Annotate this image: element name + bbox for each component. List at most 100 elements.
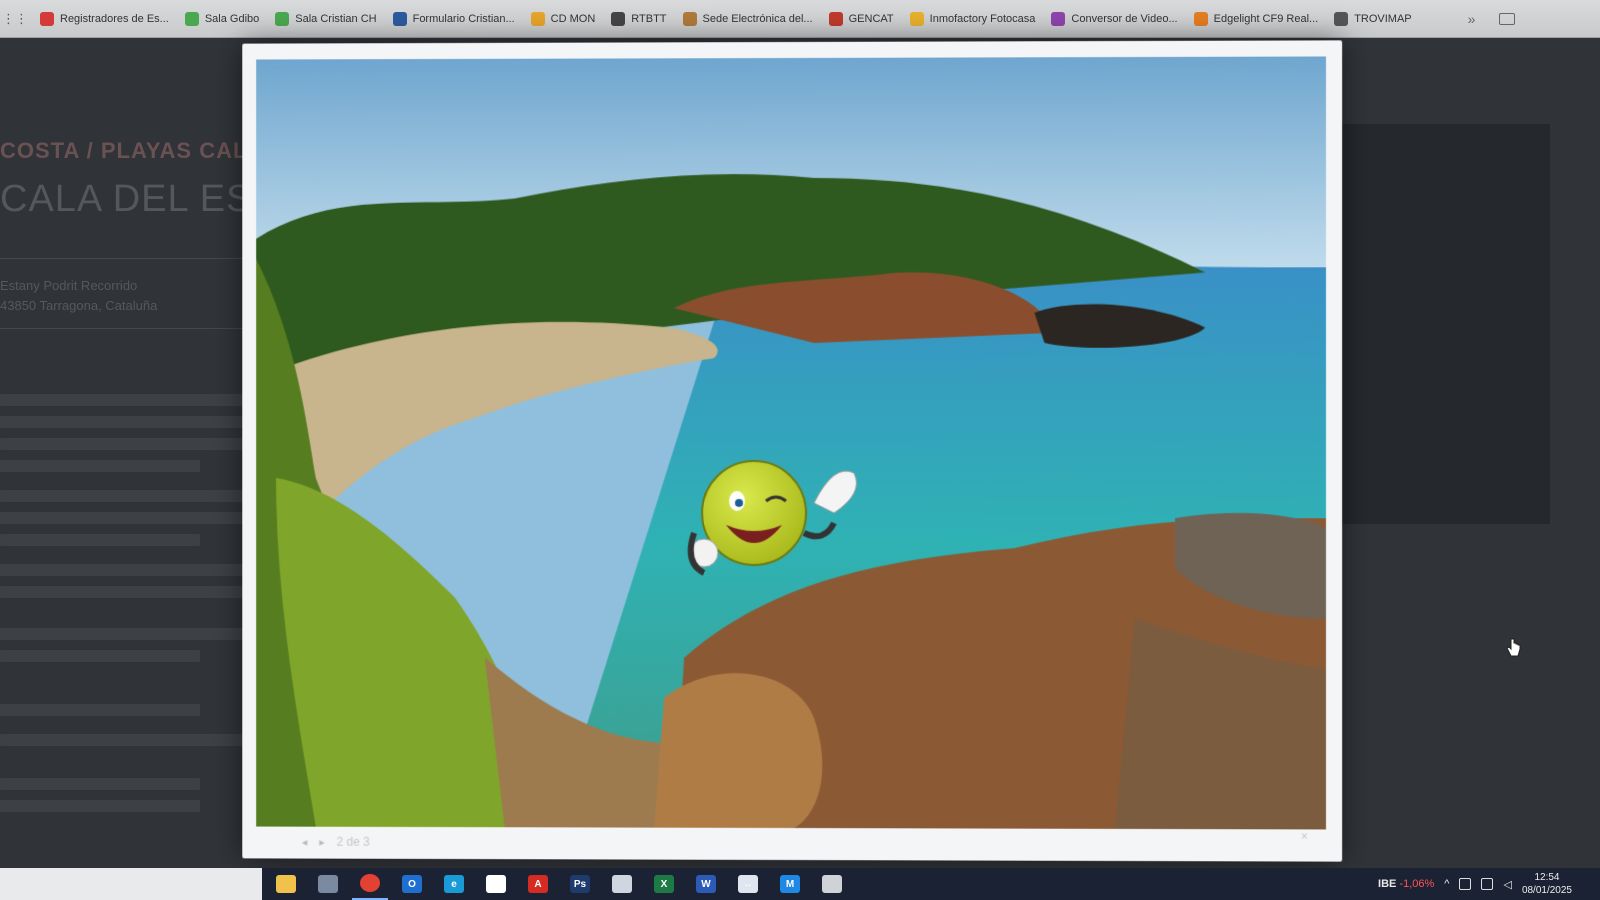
bookmark-item[interactable]: Edgelight CF9 Real... [1193,11,1319,26]
bookmark-favicon-icon [611,11,626,26]
bookmark-item[interactable]: GENCAT [828,11,894,26]
taskbar-app-movistar[interactable]: M [772,868,808,900]
bookmark-item[interactable]: Inmofactory Fotocasa [909,11,1036,26]
edge-icon: e [444,875,464,893]
bookmark-favicon-icon [828,11,843,26]
bookmark-label: Conversor de Video... [1071,12,1178,25]
ticker-change: -1,06% [1399,878,1435,890]
divider [0,258,260,259]
excel-icon: X [654,875,674,893]
app-generic-icon [822,875,842,893]
apps-grid-icon[interactable]: ⋮⋮ [2,8,28,30]
bookmark-favicon-icon [1051,11,1066,26]
outlook-icon: O [402,875,422,893]
network-icon[interactable] [1481,878,1494,890]
bookmark-label: Inmofactory Fotocasa [929,12,1036,25]
bookmark-favicon-icon [909,11,924,26]
hand-cursor-icon [1506,638,1521,657]
close-lightbox-button[interactable]: × [1301,829,1308,843]
text-placeholder [0,512,280,524]
windows-taskbar: Oe A Ps X W ↔ M IBE -1,06% ^ ◁ 12:54 08/01/202… [0,868,1600,900]
acrobat-pro-icon: A [528,875,548,893]
bookmark-favicon-icon [1334,11,1349,26]
bookmark-label: GENCAT [848,12,894,25]
bookmark-item[interactable]: Sala Cristian CH [275,11,377,26]
bookmark-item[interactable]: Conversor de Video... [1051,11,1178,26]
bookmark-item[interactable]: CD MON [530,11,596,26]
text-placeholder [0,416,280,428]
bookmark-label: Sede Electrónica del... [702,12,813,25]
word-icon: W [696,875,716,893]
bookmark-label: TROVIMAP [1354,12,1412,25]
bookmark-item[interactable]: Sede Electrónica del... [682,11,813,26]
bookmark-item[interactable]: Sala Gdibo [184,11,259,26]
stock-ticker[interactable]: IBE -1,06% [1378,878,1434,890]
bookmark-item[interactable]: Formulario Cristian... [392,11,515,26]
chevron-up-icon[interactable]: ^ [1444,878,1449,890]
text-placeholder [0,586,280,598]
text-placeholder [0,650,200,662]
text-placeholder [0,800,200,812]
taskbar-app-outlook[interactable]: O [394,868,430,900]
taskbar-app-file-explorer[interactable] [268,868,304,900]
onedrive-icon[interactable] [1459,878,1472,890]
bookmark-item[interactable]: Registradores de Es... [40,11,169,26]
ticker-label: IBE [1378,878,1397,890]
clock-date: 08/01/2025 [1521,885,1572,896]
next-image-button[interactable]: ▸ [319,835,324,848]
movistar-icon: M [780,875,800,893]
teamviewer-icon: ↔ [738,875,758,893]
taskbar-search-area[interactable] [0,868,262,900]
taskbar-app-acrobat[interactable] [478,868,514,900]
background-side-panel [1330,124,1550,524]
system-clock[interactable]: 12:54 08/01/2025 [1522,871,1572,897]
taskbar-app-edge[interactable]: e [436,868,472,900]
photoshop-icon: Ps [570,875,590,893]
bookmark-favicon-icon [392,11,407,26]
text-placeholder [0,394,280,406]
text-placeholder [0,460,200,472]
store-icon [318,875,338,893]
text-placeholder [0,778,200,790]
bookmark-favicon-icon [1193,11,1208,26]
divider [0,328,260,329]
taskbar-app-store[interactable] [310,868,346,900]
taskbar-app-app-generic[interactable] [814,868,850,900]
taskbar-app-chrome[interactable] [352,868,388,900]
text-placeholder [0,438,280,450]
bookmark-label: Edgelight CF9 Real... [1213,12,1319,25]
bookmarks-list: Registradores de Es... Sala Gdibo Sala Cri… [40,11,1428,26]
taskbar-app-acrobat-pro[interactable]: A [520,868,556,900]
image-counter: 2 de 3 [336,834,370,849]
bookmark-favicon-icon [530,11,545,26]
taskbar-app-photoshop[interactable]: Ps [562,868,598,900]
taskbar-app-paint[interactable] [604,868,640,900]
bookmark-label: Sala Cristian CH [295,12,377,25]
paint-icon [612,875,632,893]
other-bookmarks-folder-icon[interactable] [1499,12,1516,25]
previous-image-button[interactable]: ◂ [302,835,307,848]
bookmark-label: Registradores de Es... [60,12,169,25]
clock-time: 12:54 [1534,872,1560,883]
taskbar-app-excel[interactable]: X [646,868,682,900]
taskbar-app-word[interactable]: W [688,868,724,900]
text-placeholder [0,628,280,640]
beach-photo [256,56,1327,830]
bookmark-label: RTBTT [631,12,667,25]
text-placeholder [0,734,280,746]
bookmark-item[interactable]: TROVIMAP [1334,11,1412,26]
bookmarks-overflow-button[interactable]: » [1468,11,1476,27]
bookmark-label: Formulario Cristian... [412,12,515,25]
background-address-line-1: Estany Podrit Recorrido [0,278,138,293]
bookmark-item[interactable]: RTBTT [611,11,667,26]
background-address-line-2: 43850 Tarragona, Cataluña [0,298,158,313]
bookmark-favicon-icon [275,11,290,26]
text-placeholder [0,490,280,502]
bookmark-favicon-icon [40,11,54,26]
text-placeholder [0,564,280,576]
taskbar-app-teamviewer[interactable]: ↔ [730,868,766,900]
bookmark-favicon-icon [184,11,199,26]
taskbar-apps: Oe A Ps X W ↔ M [262,868,850,900]
volume-icon[interactable]: ◁ [1503,878,1511,891]
bookmark-label: CD MON [550,12,596,25]
